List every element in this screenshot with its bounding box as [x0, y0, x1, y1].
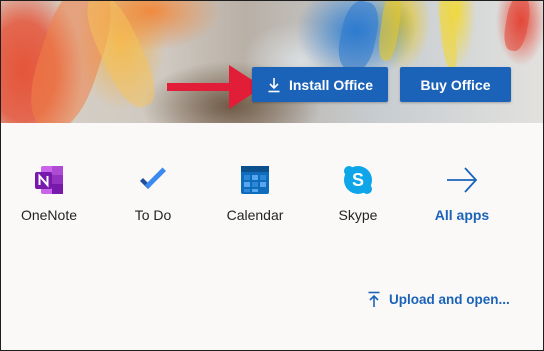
app-tile-skype[interactable]: S Skype — [313, 163, 403, 223]
app-label-skype: Skype — [338, 207, 378, 223]
install-office-label: Install Office — [288, 76, 374, 93]
office-home-panel: Install Office Buy Office OneNote To Do — [0, 0, 544, 351]
app-tile-onenote[interactable]: OneNote — [4, 163, 94, 223]
app-label-onenote: OneNote — [20, 207, 78, 223]
all-apps-link[interactable]: All apps — [417, 163, 507, 223]
app-launcher: OneNote To Do Calendar S Skype All apps … — [1, 123, 543, 350]
red-arrow-icon — [167, 65, 263, 109]
buy-office-button[interactable]: Buy Office — [400, 67, 511, 102]
calendar-icon — [241, 166, 269, 194]
app-tile-calendar[interactable]: Calendar — [210, 163, 300, 223]
all-apps-label: All apps — [434, 207, 490, 223]
download-icon — [267, 77, 281, 93]
onenote-icon — [35, 166, 63, 194]
todo-icon — [140, 167, 166, 189]
app-label-todo: To Do — [134, 207, 172, 223]
app-label-calendar: Calendar — [226, 207, 284, 223]
skype-icon: S — [344, 166, 372, 194]
hero-banner: Install Office Buy Office — [1, 1, 543, 123]
app-tile-todo[interactable]: To Do — [108, 163, 198, 223]
upload-icon — [367, 291, 381, 308]
svg-text:S: S — [352, 170, 364, 190]
buy-office-label: Buy Office — [420, 76, 491, 93]
install-office-button[interactable]: Install Office — [252, 67, 388, 102]
upload-and-open-link[interactable]: Upload and open... — [367, 291, 510, 308]
arrow-right-icon — [447, 167, 478, 193]
upload-and-open-label: Upload and open... — [389, 292, 510, 307]
